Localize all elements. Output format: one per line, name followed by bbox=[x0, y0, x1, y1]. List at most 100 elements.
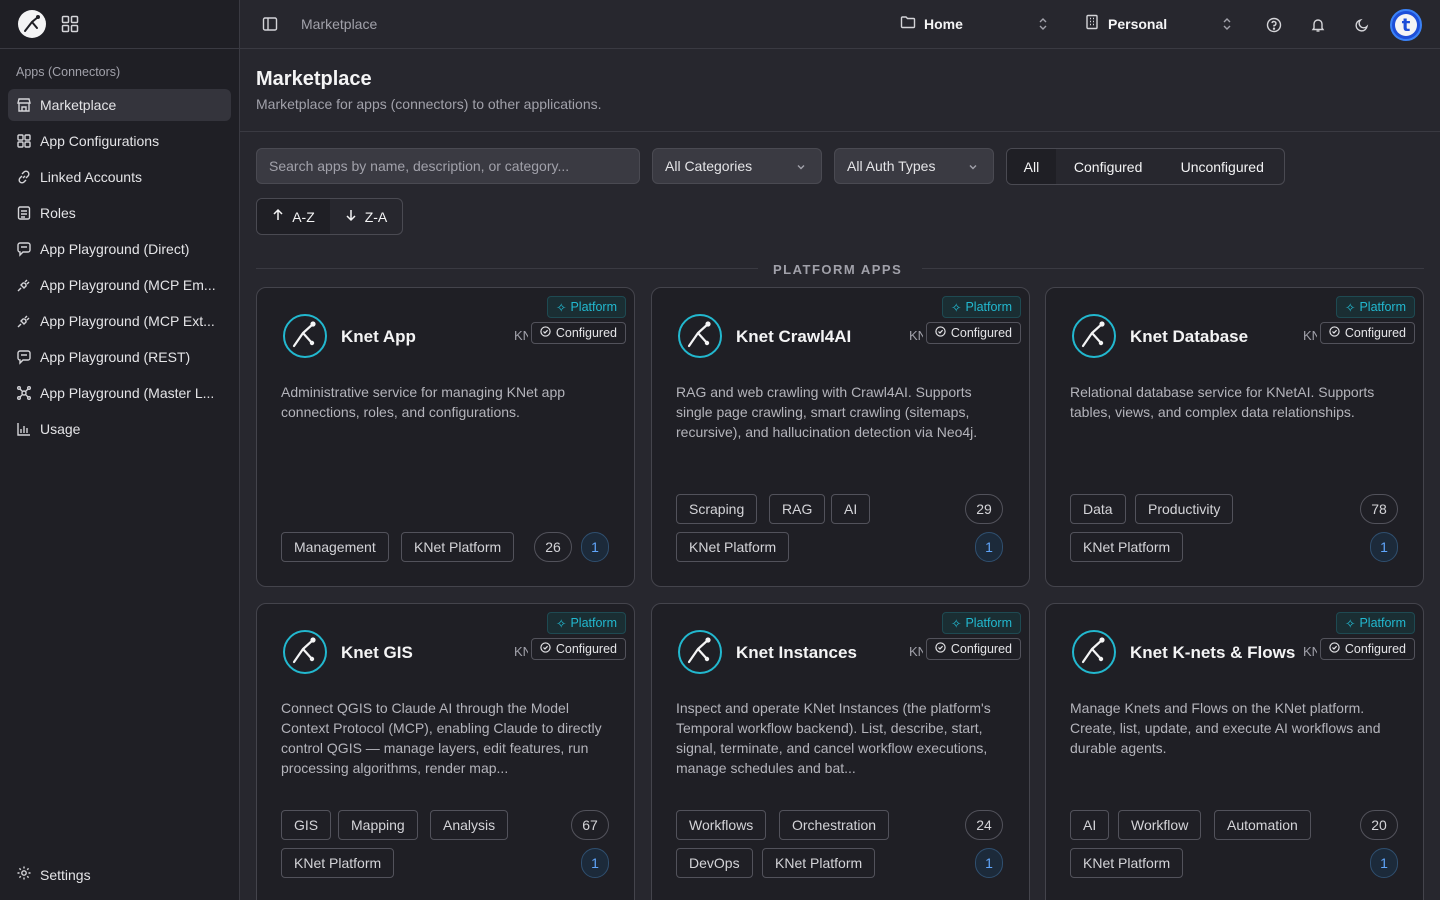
sparkle-icon: ✧ bbox=[555, 616, 567, 631]
arrow-down-icon bbox=[345, 208, 357, 225]
sidebar-item-linked-accounts[interactable]: Linked Accounts bbox=[8, 161, 231, 193]
category-tag: Productivity bbox=[1135, 494, 1234, 524]
sidebar-item-label: App Playground (MCP Em... bbox=[40, 277, 216, 293]
sort-toggle: A-Z Z-A bbox=[256, 198, 403, 235]
category-tag: AI bbox=[1070, 810, 1110, 840]
category-tag: Workflow bbox=[1118, 810, 1202, 840]
category-tag: GIS bbox=[281, 810, 332, 840]
sidebar-item-playground-mcp-embedded[interactable]: App Playground (MCP Em... bbox=[8, 269, 231, 301]
divider bbox=[240, 131, 1440, 132]
category-tag: KNet Platform bbox=[281, 848, 395, 878]
knet-logo-icon bbox=[677, 629, 723, 675]
settings-label: Settings bbox=[40, 866, 91, 883]
app-card-knet-instances[interactable]: ✧Platform KN Configured Knet Instances I… bbox=[651, 603, 1030, 900]
apps-grid-icon[interactable] bbox=[60, 14, 80, 34]
moon-icon[interactable] bbox=[1353, 16, 1371, 34]
sidebar-item-playground-mcp-external[interactable]: App Playground (MCP Ext... bbox=[8, 305, 231, 337]
network-icon bbox=[16, 385, 32, 401]
account-selector[interactable]: Personal bbox=[1084, 14, 1234, 33]
category-tag: Mapping bbox=[338, 810, 418, 840]
plug-icon bbox=[16, 313, 32, 329]
account-label: Personal bbox=[1108, 15, 1168, 32]
sidebar-item-roles[interactable]: Roles bbox=[8, 197, 231, 229]
category-tag: Analysis bbox=[430, 810, 509, 840]
category-tag: KNet Platform bbox=[676, 532, 790, 562]
sparkle-icon: ✧ bbox=[950, 616, 962, 631]
app-logo[interactable] bbox=[18, 10, 46, 38]
category-tag: Management bbox=[281, 532, 389, 562]
sidebar-item-app-configurations[interactable]: App Configurations bbox=[8, 125, 231, 157]
section-label: PLATFORM APPS bbox=[773, 262, 903, 277]
avatar[interactable]: t bbox=[1390, 9, 1422, 41]
card-title: Knet K-nets & Flows bbox=[1130, 643, 1296, 662]
card-description: Connect QGIS to Claude AI through the Mo… bbox=[281, 700, 602, 776]
platform-badge-label: Platform bbox=[570, 616, 617, 630]
tools-count-badge: 67 bbox=[571, 810, 609, 840]
sidebar-toggle-icon[interactable] bbox=[262, 16, 278, 32]
platform-badge-label: Platform bbox=[965, 616, 1012, 630]
arrow-up-icon bbox=[272, 208, 284, 225]
category-tag: RAG bbox=[769, 494, 826, 524]
page-subtitle: Marketplace for apps (connectors) to oth… bbox=[256, 96, 602, 112]
sidebar-item-label: Marketplace bbox=[40, 97, 117, 113]
category-tag: Workflows bbox=[676, 810, 767, 840]
check-circle-icon bbox=[1329, 326, 1340, 340]
sort-desc-button[interactable]: Z-A bbox=[330, 199, 402, 234]
sidebar-item-label: Roles bbox=[40, 205, 76, 221]
knet-logo-icon bbox=[677, 313, 723, 359]
sidebar-item-marketplace[interactable]: Marketplace bbox=[8, 89, 231, 121]
app-card-knet-database[interactable]: ✧Platform KN Configured Knet Database Re… bbox=[1045, 287, 1424, 587]
category-tag: Scraping bbox=[676, 494, 758, 524]
auth-type-select[interactable]: All Auth Types bbox=[834, 148, 994, 184]
sparkle-icon: ✧ bbox=[950, 300, 962, 315]
auth-type-select-value: All Auth Types bbox=[847, 158, 936, 174]
chevrons-up-down-icon bbox=[1037, 16, 1049, 35]
filter-unconfigured-button[interactable]: Unconfigured bbox=[1160, 149, 1284, 184]
linked-count-badge: 1 bbox=[581, 848, 609, 878]
tools-count-badge: 24 bbox=[965, 810, 1003, 840]
sidebar-item-settings[interactable]: Settings bbox=[16, 865, 91, 884]
configured-badge: Configured bbox=[1319, 638, 1415, 660]
category-tag: Data bbox=[1070, 494, 1126, 524]
app-card-knet-app[interactable]: ✧Platform KN Configured Knet App Adminis… bbox=[256, 287, 635, 587]
filter-all-button[interactable]: All bbox=[1007, 149, 1056, 184]
sparkle-icon: ✧ bbox=[555, 300, 567, 315]
platform-badge: ✧ Platform bbox=[941, 296, 1021, 318]
configured-badge: Configured bbox=[530, 322, 626, 344]
filter-configured-button[interactable]: Configured bbox=[1056, 149, 1161, 184]
sort-asc-button[interactable]: A-Z bbox=[257, 199, 330, 234]
card-title: Knet Instances bbox=[736, 643, 857, 662]
check-circle-icon bbox=[540, 642, 551, 656]
sidebar-top bbox=[0, 0, 239, 49]
bar-chart-icon bbox=[16, 421, 32, 437]
breadcrumb[interactable]: Marketplace bbox=[301, 16, 377, 32]
sidebar-item-playground-master[interactable]: App Playground (Master L... bbox=[8, 377, 231, 409]
check-circle-icon bbox=[540, 326, 551, 340]
grid-icon bbox=[16, 133, 32, 149]
building-icon bbox=[1084, 14, 1100, 33]
tools-count-badge: 20 bbox=[1360, 810, 1398, 840]
sparkle-icon: ✧ bbox=[1344, 300, 1356, 315]
sidebar-item-label: App Playground (Master L... bbox=[40, 385, 215, 401]
sidebar-item-usage[interactable]: Usage bbox=[8, 413, 231, 445]
link-icon bbox=[16, 169, 32, 185]
section-divider-left bbox=[256, 268, 758, 269]
category-tag: KNet Platform bbox=[1070, 532, 1184, 562]
sidebar-item-playground-direct[interactable]: App Playground (Direct) bbox=[8, 233, 231, 265]
help-icon[interactable] bbox=[1265, 16, 1283, 34]
bell-icon[interactable] bbox=[1309, 16, 1327, 34]
search-input[interactable] bbox=[256, 148, 640, 184]
configured-filter: All Configured Unconfigured bbox=[1006, 148, 1285, 185]
category-select[interactable]: All Categories bbox=[652, 148, 822, 184]
app-card-knet-crawl4ai[interactable]: ✧Platform KN Configured Knet Crawl4AI RA… bbox=[651, 287, 1030, 587]
chevrons-up-down-icon bbox=[1221, 16, 1233, 35]
workspace-selector[interactable]: Home bbox=[900, 14, 1050, 33]
configured-badge-label: Configured bbox=[950, 642, 1012, 656]
app-card-knet-knets-flows[interactable]: ✧Platform KN Configured Knet K-nets & Fl… bbox=[1045, 603, 1424, 900]
page-title: Marketplace bbox=[256, 68, 372, 90]
app-card-knet-gis[interactable]: ✧Platform KN Configured Knet GIS Connect… bbox=[256, 603, 635, 900]
platform-badge: ✧ Platform bbox=[941, 612, 1021, 634]
store-icon bbox=[16, 97, 32, 113]
sidebar-item-playground-rest[interactable]: App Playground (REST) bbox=[8, 341, 231, 373]
knet-logo-icon bbox=[1071, 629, 1117, 675]
